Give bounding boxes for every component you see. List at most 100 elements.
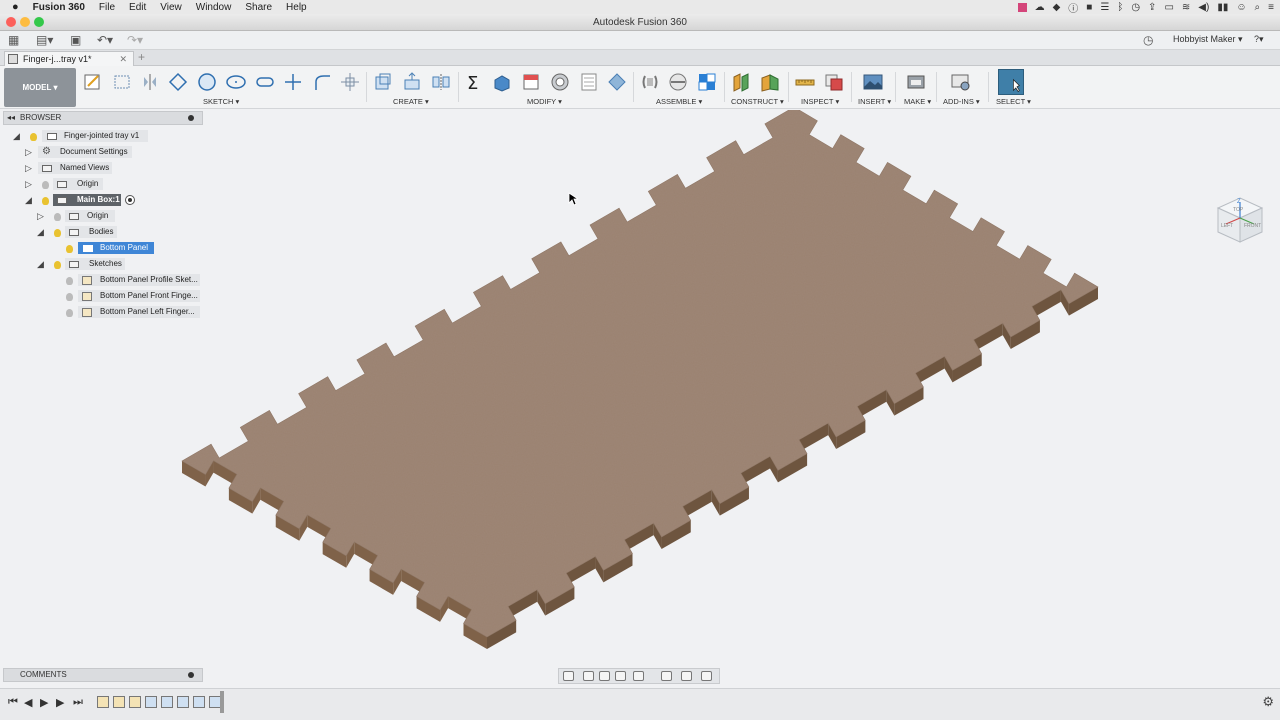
- tree-bodies-folder[interactable]: Bodies: [65, 226, 117, 238]
- visibility-bulb-icon[interactable]: [66, 293, 73, 301]
- 3d-print-icon[interactable]: [906, 72, 926, 92]
- step-forward-icon[interactable]: ▶: [56, 696, 64, 709]
- step-back-icon[interactable]: ◀: [24, 696, 32, 709]
- expand-triangle-icon[interactable]: ▷: [25, 163, 32, 174]
- visibility-bulb-icon[interactable]: [66, 245, 73, 253]
- minimize-window-icon[interactable]: [20, 17, 30, 27]
- tree-document-settings[interactable]: ⚙ Document Settings: [38, 146, 132, 158]
- menu-app-name[interactable]: Fusion 360: [33, 2, 85, 13]
- bottom-panel-model[interactable]: [0, 106, 1280, 665]
- visibility-bulb-icon[interactable]: [54, 213, 61, 221]
- joint-icon[interactable]: [668, 72, 688, 92]
- menu-file[interactable]: File: [99, 2, 115, 13]
- timeline-feature-sketch-icon[interactable]: [97, 696, 109, 708]
- spotlight-search-icon[interactable]: ⌕: [1255, 2, 1261, 13]
- sketch-polygon-icon[interactable]: [168, 72, 188, 92]
- pin-icon[interactable]: [188, 672, 194, 678]
- sum-icon[interactable]: Σ: [464, 72, 484, 94]
- clock-icon[interactable]: ◷: [1131, 2, 1140, 13]
- physical-material-icon[interactable]: [607, 72, 627, 92]
- new-tab-button[interactable]: +: [138, 50, 145, 64]
- status-app-icon[interactable]: [1017, 2, 1027, 12]
- view-cube[interactable]: Z TOP LEFT FRONT: [1212, 194, 1268, 253]
- tree-main-box-component[interactable]: Main Box:1: [53, 194, 121, 206]
- select-icon[interactable]: [998, 69, 1024, 95]
- activate-component-icon[interactable]: [125, 195, 135, 205]
- pan-hand-icon[interactable]: [599, 671, 610, 681]
- close-tab-icon[interactable]: ✕: [119, 52, 127, 66]
- cloud-icon[interactable]: ☁: [1035, 2, 1045, 13]
- account-menu[interactable]: Hobbyist Maker ▾: [1173, 34, 1243, 45]
- visibility-bulb-icon[interactable]: [54, 261, 61, 269]
- document-tab[interactable]: Finger-j...tray v1* ✕: [4, 51, 134, 66]
- viewcube-front-label[interactable]: FRONT: [1244, 223, 1261, 229]
- close-window-icon[interactable]: [6, 17, 16, 27]
- viewcube-top-label[interactable]: TOP: [1233, 207, 1244, 213]
- collapse-panel-icon[interactable]: ◂◂: [7, 112, 15, 124]
- expand-triangle-icon[interactable]: ▷: [25, 147, 32, 158]
- timeline-feature-pattern-icon[interactable]: [177, 696, 189, 708]
- go-to-start-icon[interactable]: ⏮: [8, 696, 18, 709]
- visibility-bulb-icon[interactable]: [30, 133, 37, 141]
- plane-at-angle-icon[interactable]: [760, 72, 780, 92]
- notification-center-icon[interactable]: ≡: [1268, 2, 1274, 13]
- tree-sketch-left-fingers[interactable]: Bottom Panel Left Finger...: [78, 306, 200, 318]
- menu-share[interactable]: Share: [245, 2, 272, 13]
- sketch-rectangle-icon[interactable]: [112, 72, 132, 92]
- grid-snaps-icon[interactable]: [681, 671, 692, 681]
- info-icon[interactable]: ⓘ: [1068, 0, 1078, 15]
- apple-icon[interactable]: ●: [12, 1, 19, 13]
- browser-header[interactable]: ◂◂ BROWSER: [3, 111, 203, 125]
- sketch-circle-icon[interactable]: [197, 72, 217, 92]
- save-icon[interactable]: ▣: [70, 33, 81, 47]
- tree-sketch-front-fingers[interactable]: Bottom Panel Front Finge...: [78, 290, 200, 302]
- data-panel-grid-icon[interactable]: ▦: [8, 33, 19, 47]
- wifi-icon[interactable]: ≋: [1182, 2, 1190, 13]
- visibility-bulb-icon[interactable]: [54, 229, 61, 237]
- battery-icon[interactable]: ▮▮: [1217, 2, 1228, 13]
- insert-image-icon[interactable]: [863, 72, 883, 92]
- bluetooth-icon[interactable]: ᛒ: [1117, 2, 1123, 13]
- sketch-ellipse-icon[interactable]: [226, 72, 246, 92]
- visibility-bulb-icon[interactable]: [66, 277, 73, 285]
- menu-help[interactable]: Help: [286, 2, 307, 13]
- align-icon[interactable]: [579, 72, 599, 92]
- zoom-icon[interactable]: [615, 671, 626, 681]
- mirror-icon[interactable]: [431, 72, 451, 92]
- select-group-label[interactable]: SELECT ▾: [996, 97, 1031, 106]
- tree-root-document[interactable]: Finger-jointed tray v1: [42, 130, 148, 142]
- upload-icon[interactable]: ⇪: [1148, 2, 1156, 13]
- timeline-feature-sketch-icon[interactable]: [113, 696, 125, 708]
- dropbox-icon[interactable]: ◆: [1053, 2, 1061, 13]
- extrude-icon[interactable]: [402, 72, 422, 92]
- tree-sketch-profile[interactable]: Bottom Panel Profile Sket...: [78, 274, 200, 286]
- shell-icon[interactable]: [550, 72, 570, 92]
- canvas-viewport[interactable]: Z TOP LEFT FRONT: [0, 106, 1280, 665]
- expand-triangle-icon[interactable]: ◢: [25, 195, 32, 206]
- zoom-window-icon[interactable]: [34, 17, 44, 27]
- expand-triangle-icon[interactable]: ▷: [37, 211, 44, 222]
- workspace-switcher[interactable]: MODEL ▾: [4, 68, 76, 107]
- viewports-icon[interactable]: [701, 671, 712, 681]
- create-sketch-icon[interactable]: [83, 72, 103, 92]
- expand-triangle-icon[interactable]: ▷: [25, 179, 32, 190]
- tree-main-box-origin[interactable]: Origin: [65, 210, 115, 222]
- sketch-fillet-icon[interactable]: [312, 72, 332, 92]
- press-pull-icon[interactable]: [492, 72, 512, 92]
- timeline-settings-gear-icon[interactable]: ⚙: [1262, 694, 1274, 710]
- sketch-group-label[interactable]: SKETCH ▾: [203, 97, 239, 106]
- visibility-bulb-icon[interactable]: [42, 181, 49, 189]
- construct-group-label[interactable]: CONSTRUCT ▾: [731, 97, 784, 106]
- timeline-feature-extrude-icon[interactable]: [145, 696, 157, 708]
- make-group-label[interactable]: MAKE ▾: [904, 97, 931, 106]
- insert-group-label[interactable]: INSERT ▾: [858, 97, 891, 106]
- inspect-group-label[interactable]: INSPECT ▾: [801, 97, 839, 106]
- menu-window[interactable]: Window: [196, 2, 232, 13]
- offset-plane-icon[interactable]: [731, 72, 751, 92]
- viewcube-left-label[interactable]: LEFT: [1221, 223, 1233, 229]
- monitor-icon[interactable]: ▭: [1164, 2, 1173, 13]
- fillet-icon[interactable]: [521, 72, 541, 92]
- visibility-bulb-icon[interactable]: [66, 309, 73, 317]
- tree-named-views[interactable]: Named Views: [38, 162, 112, 174]
- as-built-joint-icon[interactable]: [697, 72, 717, 92]
